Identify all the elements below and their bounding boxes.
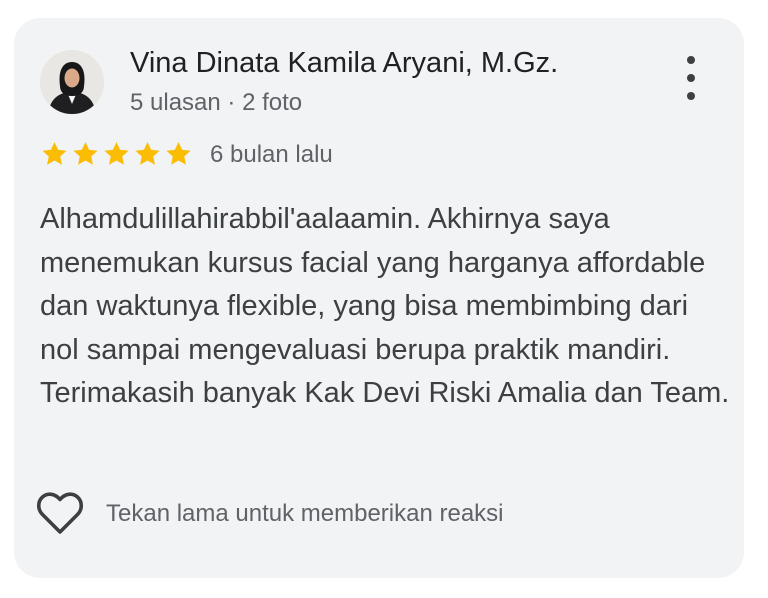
author-name[interactable]: Vina Dinata Kamila Aryani, M.Gz. xyxy=(130,46,558,80)
reaction-label: Tekan lama untuk memberikan reaksi xyxy=(106,500,504,527)
author-avatar[interactable] xyxy=(40,50,104,114)
star-rating xyxy=(40,140,193,168)
more-dot xyxy=(687,74,695,82)
star-icon xyxy=(104,142,129,165)
star-icon xyxy=(135,142,160,165)
star-icon xyxy=(42,142,67,165)
review-text: Alhamdulillahirabbil'aalaamin. Akhirnya … xyxy=(40,203,730,409)
more-dot xyxy=(687,92,695,100)
review-card: Vina Dinata Kamila Aryani, M.Gz. 5 ulasa… xyxy=(14,18,744,578)
star-icon xyxy=(166,142,191,165)
review-date: 6 bulan lalu xyxy=(210,141,333,168)
reaction-button[interactable]: Tekan lama untuk memberikan reaksi xyxy=(36,492,504,536)
more-vert-icon[interactable] xyxy=(674,56,708,100)
heart-outline-icon xyxy=(36,492,84,534)
avatar-photo xyxy=(40,50,104,114)
author-meta: 5 ulasan · 2 foto xyxy=(130,89,303,116)
more-dot xyxy=(687,56,695,64)
star-icon xyxy=(73,142,98,165)
